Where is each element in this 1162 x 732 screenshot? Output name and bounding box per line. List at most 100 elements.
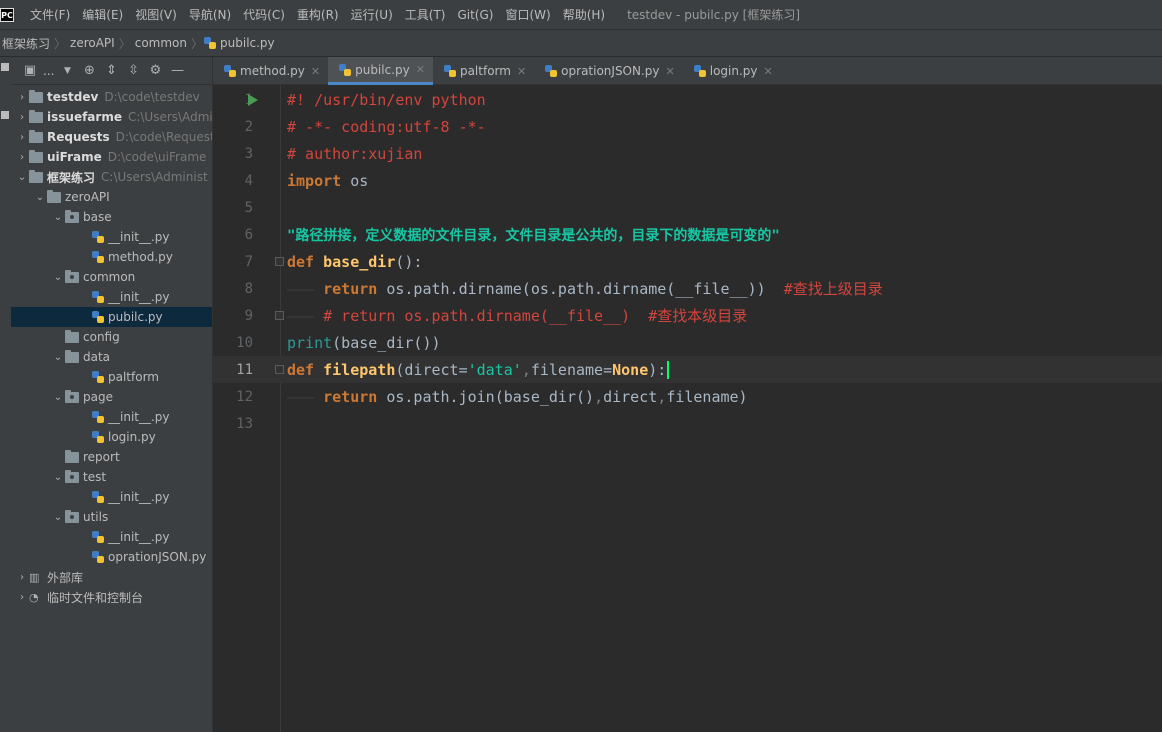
code-line[interactable]: 12 ——— return os.path.join(base_dir(), di… bbox=[213, 383, 1162, 410]
tree-item-config[interactable]: config bbox=[11, 327, 212, 347]
menu-navigate[interactable]: 导航(N) bbox=[183, 6, 237, 23]
package-folder-icon bbox=[65, 469, 79, 483]
run-icon[interactable] bbox=[248, 93, 258, 106]
menu-tools[interactable]: 工具(T) bbox=[399, 6, 452, 23]
breadcrumb-common[interactable]: common bbox=[131, 36, 191, 50]
chevron-right-icon[interactable]: › bbox=[15, 132, 29, 143]
comment: # author:xujian bbox=[287, 144, 423, 163]
docstring: "路径拼接，定义数据的文件目录，文件目录是公共的，目录下的数据是可变的" bbox=[287, 227, 780, 244]
menu-code[interactable]: 代码(C) bbox=[237, 6, 291, 23]
tab-login[interactable]: login.py ✕ bbox=[683, 57, 781, 85]
code-line[interactable]: 8 ——— return os.path.dirname(os.path.dir… bbox=[213, 275, 1162, 302]
tree-item-label: login.py bbox=[108, 430, 156, 444]
tree-item-utils[interactable]: ⌄ utils bbox=[11, 507, 212, 527]
menu-view[interactable]: 视图(V) bbox=[129, 6, 183, 23]
menu-run[interactable]: 运行(U) bbox=[345, 6, 399, 23]
chevron-down-icon[interactable]: ⌄ bbox=[51, 472, 65, 483]
code-line[interactable]: 6 "路径拼接，定义数据的文件目录，文件目录是公共的，目录下的数据是可变的" bbox=[213, 221, 1162, 248]
tree-item-requests[interactable]: › Requests D:\code\Request bbox=[11, 127, 212, 147]
tab-method[interactable]: method.py ✕ bbox=[213, 57, 328, 85]
tree-item-pubilc[interactable]: pubilc.py bbox=[11, 307, 212, 327]
code-editor[interactable]: 1 #! /usr/bin/env python 2 # -*- coding:… bbox=[213, 85, 1162, 732]
code-text: ——— return os.path.dirname(os.path.dirna… bbox=[287, 279, 883, 299]
tree-item-login[interactable]: login.py bbox=[11, 427, 212, 447]
tree-item-test-init[interactable]: __init__.py bbox=[11, 487, 212, 507]
tree-item-testdev[interactable]: › testdev D:\code\testdev bbox=[11, 87, 212, 107]
tree-item-uiframe[interactable]: › uiFrame D:\code\uiFrame bbox=[11, 147, 212, 167]
chevron-down-icon[interactable]: ⌄ bbox=[51, 352, 65, 363]
tab-paltform[interactable]: paltform ✕ bbox=[433, 57, 534, 85]
tree-item-issuefarme[interactable]: › issuefarme C:\Users\Admi bbox=[11, 107, 212, 127]
breadcrumb-zeroapi[interactable]: zeroAPI bbox=[66, 36, 119, 50]
chevron-down-icon[interactable]: ⌄ bbox=[51, 392, 65, 403]
fold-icon[interactable] bbox=[275, 365, 284, 374]
tree-item-kuangjia[interactable]: ⌄ 框架练习 C:\Users\Administ bbox=[11, 167, 212, 187]
menu-help[interactable]: 帮助(H) bbox=[557, 6, 611, 23]
close-icon[interactable]: ✕ bbox=[416, 63, 425, 76]
fold-icon[interactable] bbox=[275, 311, 284, 320]
close-icon[interactable]: ✕ bbox=[517, 65, 526, 78]
project-view-dropdown[interactable]: ... bbox=[43, 64, 54, 78]
chevron-down-icon[interactable]: ⌄ bbox=[51, 212, 65, 223]
tree-item-data[interactable]: ⌄ data bbox=[11, 347, 212, 367]
tree-item-external-libs[interactable]: › ▥ 外部库 bbox=[11, 567, 212, 587]
code-line[interactable]: 5 bbox=[213, 194, 1162, 221]
chevron-down-icon[interactable]: ⌄ bbox=[51, 512, 65, 523]
tree-item-test[interactable]: ⌄ test bbox=[11, 467, 212, 487]
breadcrumb-file[interactable]: pubilc.py bbox=[220, 36, 279, 50]
code-line[interactable]: 2 # -*- coding:utf-8 -*- bbox=[213, 113, 1162, 140]
collapse-all-icon[interactable]: ⇳ bbox=[124, 62, 142, 80]
close-icon[interactable]: ✕ bbox=[764, 65, 773, 78]
code-line[interactable]: 4 import os bbox=[213, 167, 1162, 194]
code-line-current[interactable]: 11 def filepath (direct ='data', filename = N… bbox=[213, 356, 1162, 383]
locate-icon[interactable]: ⊕ bbox=[80, 62, 98, 80]
close-icon[interactable]: ✕ bbox=[311, 65, 320, 78]
menu-window[interactable]: 窗口(W) bbox=[499, 6, 556, 23]
code-line[interactable]: 10 print (base_dir()) bbox=[213, 329, 1162, 356]
tree-item-report[interactable]: report bbox=[11, 447, 212, 467]
minimize-icon[interactable]: — bbox=[168, 62, 186, 80]
structure-tool-icon[interactable] bbox=[1, 111, 9, 119]
tree-item-paltform[interactable]: paltform bbox=[11, 367, 212, 387]
chevron-right-icon[interactable]: › bbox=[15, 592, 29, 603]
chevron-down-icon[interactable]: ⌄ bbox=[51, 272, 65, 283]
menu-file[interactable]: 文件(F) bbox=[24, 6, 76, 23]
project-view-icon[interactable]: ▣ bbox=[21, 62, 39, 80]
code-line[interactable]: 13 bbox=[213, 410, 1162, 437]
tree-item-page-init[interactable]: __init__.py bbox=[11, 407, 212, 427]
code-line[interactable]: 1 #! /usr/bin/env python bbox=[213, 86, 1162, 113]
tree-item-common-init[interactable]: __init__.py bbox=[11, 287, 212, 307]
tab-oprationjson[interactable]: oprationJSON.py ✕ bbox=[534, 57, 683, 85]
tree-item-base[interactable]: ⌄ base bbox=[11, 207, 212, 227]
chevron-right-icon[interactable]: › bbox=[15, 152, 29, 163]
tree-item-scratches[interactable]: › ◔ 临时文件和控制台 bbox=[11, 587, 212, 607]
menu-git[interactable]: Git(G) bbox=[451, 8, 499, 22]
project-tree: › testdev D:\code\testdev › issuefarme C:\… bbox=[11, 85, 212, 607]
fold-icon[interactable] bbox=[275, 257, 284, 266]
code-line[interactable]: 3 # author:xujian bbox=[213, 140, 1162, 167]
close-icon[interactable]: ✕ bbox=[666, 65, 675, 78]
chevron-down-icon[interactable]: ⌄ bbox=[33, 192, 47, 203]
expand-all-icon[interactable]: ⇕ bbox=[102, 62, 120, 80]
chevron-down-icon[interactable]: ⌄ bbox=[15, 172, 29, 183]
tree-item-base-init[interactable]: __init__.py bbox=[11, 227, 212, 247]
tree-item-common[interactable]: ⌄ common bbox=[11, 267, 212, 287]
breadcrumb-project[interactable]: 框架练习 bbox=[0, 35, 54, 52]
code-line[interactable]: 7 def base_dir (): bbox=[213, 248, 1162, 275]
tree-item-oprationjson[interactable]: oprationJSON.py bbox=[11, 547, 212, 567]
chevron-right-icon[interactable]: › bbox=[15, 92, 29, 103]
menu-refactor[interactable]: 重构(R) bbox=[291, 6, 345, 23]
code-line[interactable]: 9 ——— # return os.path.dirname(__file__)… bbox=[213, 302, 1162, 329]
chevron-right-icon[interactable]: › bbox=[15, 112, 29, 123]
tree-item-utils-init[interactable]: __init__.py bbox=[11, 527, 212, 547]
gear-icon[interactable]: ⚙ bbox=[146, 62, 164, 80]
tree-item-method[interactable]: method.py bbox=[11, 247, 212, 267]
tab-pubilc[interactable]: pubilc.py ✕ bbox=[328, 57, 433, 85]
code-text: def base_dir (): bbox=[287, 253, 422, 271]
chevron-right-icon[interactable]: › bbox=[15, 572, 29, 583]
tree-item-page[interactable]: ⌄ page bbox=[11, 387, 212, 407]
menu-edit[interactable]: 编辑(E) bbox=[76, 6, 129, 23]
tree-item-zeroapi[interactable]: ⌄ zeroAPI bbox=[11, 187, 212, 207]
project-tool-icon[interactable] bbox=[1, 63, 9, 71]
chevron-down-icon[interactable]: ▼ bbox=[58, 62, 76, 80]
